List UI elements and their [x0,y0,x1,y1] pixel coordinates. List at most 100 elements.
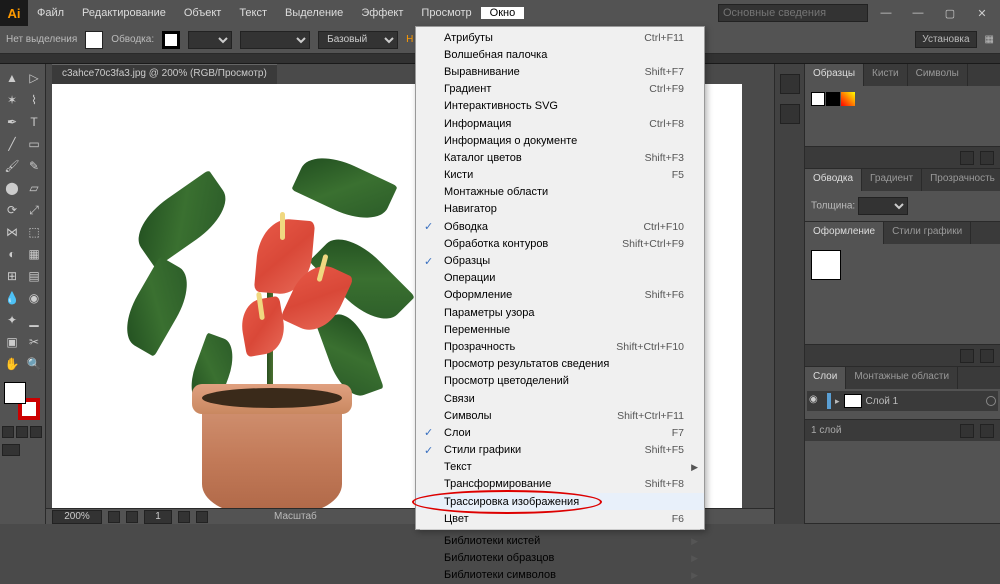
symbol-sprayer-tool[interactable]: ✦ [2,310,22,330]
nav-prev-icon[interactable] [126,511,138,523]
menu-item-трассировка-изображения[interactable]: Трассировка изображения [416,493,704,510]
draw-inside-icon[interactable] [30,426,42,438]
nav-last-icon[interactable] [196,511,208,523]
paintbrush-tool[interactable]: 🖌 [2,156,22,176]
stroke-swatch[interactable] [162,31,180,49]
shape-builder-tool[interactable]: ◐ [2,244,22,264]
menu-item-переменные[interactable]: Переменные [416,321,704,338]
selection-tool[interactable]: ▲ [2,68,22,88]
menu-объект[interactable]: Объект [175,7,230,19]
menu-item-кисти[interactable]: КистиF5 [416,167,704,184]
pencil-tool[interactable]: ✎ [24,156,44,176]
menu-item-монтажные-области[interactable]: Монтажные области [416,184,704,201]
artboard-tool[interactable]: ▣ [2,332,22,352]
menu-item-обработка-контуров[interactable]: Обработка контуровShift+Ctrl+F9 [416,235,704,252]
pen-tool[interactable]: ✒ [2,112,22,132]
app-minimize-icon[interactable]: — [872,3,900,23]
delete-layer-icon[interactable] [980,424,994,438]
menu-item-информация[interactable]: ИнформацияCtrl+F8 [416,115,704,132]
visibility-icon[interactable]: ◉ [809,394,823,408]
tab-graphic-styles[interactable]: Стили графики [884,222,971,244]
stroke-weight-select[interactable] [188,31,232,49]
menu-item-трансформирование[interactable]: ТрансформированиеShift+F8 [416,476,704,493]
delete-style-icon[interactable] [980,349,994,363]
menu-item-волшебная-палочка[interactable]: Волшебная палочка [416,46,704,63]
zoom-tool[interactable]: 🔍 [24,354,44,374]
help-search-input[interactable] [718,4,868,22]
menu-item-интерактивность-svg[interactable]: Интерактивность SVG [416,98,704,115]
appearance-panel-content[interactable] [805,244,1000,344]
fill-swatch[interactable] [85,31,103,49]
menu-item-библиотеки-образцов[interactable]: Библиотеки образцов▶ [416,550,704,567]
doc-setup-link[interactable]: Н [406,34,413,45]
fill-box[interactable] [4,382,26,404]
menu-item-обводка[interactable]: ✓ОбводкаCtrl+F10 [416,218,704,235]
graph-tool[interactable]: ▁ [24,310,44,330]
slice-tool[interactable]: ✂ [24,332,44,352]
direct-selection-tool[interactable]: ▷ [24,68,44,88]
window-minimize-icon[interactable]: — [904,3,932,23]
menu-item-текст[interactable]: Текст▶ [416,459,704,476]
tab-layers[interactable]: Слои [805,367,846,389]
menu-item-градиент[interactable]: ГрадиентCtrl+F9 [416,81,704,98]
brush-select[interactable] [240,31,310,49]
screen-mode-icon[interactable] [2,444,20,456]
tab-stroke[interactable]: Обводка [805,169,862,191]
tab-appearance[interactable]: Оформление [805,222,884,244]
menu-item-параметры-узора[interactable]: Параметры узора [416,304,704,321]
line-tool[interactable]: ╱ [2,134,22,154]
menu-item-образцы[interactable]: ✓Образцы [416,252,704,269]
eyedropper-tool[interactable]: 💧 [2,288,22,308]
layers-panel-content[interactable]: ◉ ▸ Слой 1 [805,389,1000,419]
zoom-input[interactable] [52,510,102,524]
draw-behind-icon[interactable] [16,426,28,438]
menu-item-цвет[interactable]: ЦветF6 [416,510,704,527]
blend-tool[interactable]: ◉ [24,288,44,308]
draw-normal-icon[interactable] [2,426,14,438]
target-icon[interactable] [986,396,996,406]
magic-wand-tool[interactable]: ✶ [2,90,22,110]
menu-эффект[interactable]: Эффект [352,7,412,19]
blob-brush-tool[interactable]: ⬤ [2,178,22,198]
tab-symbols[interactable]: Символы [908,64,968,86]
tab-brushes[interactable]: Кисти [864,64,908,86]
menu-просмотр[interactable]: Просмотр [412,7,480,19]
free-transform-tool[interactable]: ⬚ [24,222,44,242]
swatches-panel-content[interactable] [805,86,1000,146]
menu-item-просмотр-результатов-сведения[interactable]: Просмотр результатов сведения [416,356,704,373]
new-style-icon[interactable] [960,349,974,363]
hand-tool[interactable]: ✋ [2,354,22,374]
tab-artboards[interactable]: Монтажные области [846,367,958,389]
window-maximize-icon[interactable]: ▢ [936,3,964,23]
menu-файл[interactable]: Файл [28,7,73,19]
menu-item-стили-графики[interactable]: ✓Стили графикиShift+F5 [416,442,704,459]
tab-swatches[interactable]: Образцы [805,64,864,86]
color-guide-panel-icon[interactable] [780,104,800,124]
rectangle-tool[interactable]: ▭ [24,134,44,154]
menu-item-библиотеки-символов[interactable]: Библиотеки символов▶ [416,567,704,584]
new-swatch-icon[interactable] [960,151,974,165]
menu-item-просмотр-цветоделений[interactable]: Просмотр цветоделений [416,373,704,390]
tab-transparency[interactable]: Прозрачность [922,169,1000,191]
width-tool[interactable]: ⋈ [2,222,22,242]
menu-item-каталог-цветов[interactable]: Каталог цветовShift+F3 [416,149,704,166]
menu-item-операции[interactable]: Операции [416,270,704,287]
layer-name[interactable]: Слой 1 [866,396,899,407]
menu-item-слои[interactable]: ✓СлоиF7 [416,424,704,441]
style-select[interactable]: Базовый [318,31,398,49]
eraser-tool[interactable]: ▱ [24,178,44,198]
menu-item-оформление[interactable]: ОформлениеShift+F6 [416,287,704,304]
menu-item-символы[interactable]: СимволыShift+Ctrl+F11 [416,407,704,424]
window-close-icon[interactable]: ✕ [968,3,996,23]
menu-item-связи[interactable]: Связи [416,390,704,407]
fill-stroke-control[interactable] [2,382,42,422]
artboard-index-input[interactable] [144,510,172,524]
nav-next-icon[interactable] [178,511,190,523]
menu-текст[interactable]: Текст [230,7,276,19]
lasso-tool[interactable]: ⌇ [24,90,44,110]
setup-badge[interactable]: Установка [915,31,976,48]
align-icon[interactable]: ▦ [985,34,994,45]
menu-item-прозрачность[interactable]: ПрозрачностьShift+Ctrl+F10 [416,338,704,355]
menu-item-навигатор[interactable]: Навигатор [416,201,704,218]
stroke-weight-panel-select[interactable] [858,197,908,215]
